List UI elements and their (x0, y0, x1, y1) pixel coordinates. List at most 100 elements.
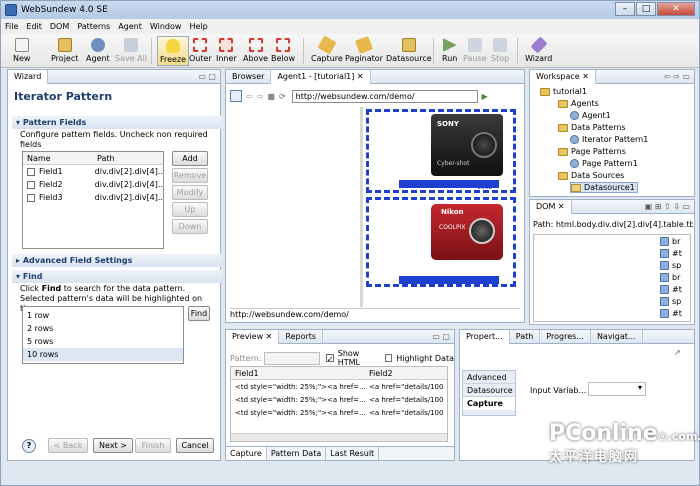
side-tab-advanced[interactable]: Advanced (463, 371, 515, 384)
outer-button[interactable]: Outer (189, 36, 212, 66)
paginator-button[interactable]: Paginator (345, 36, 383, 66)
help-icon[interactable]: ? (22, 439, 36, 453)
tab-properties[interactable]: Propert... (460, 329, 510, 344)
field2-checkbox[interactable] (27, 180, 35, 189)
tab-workspace[interactable]: Workspace ✕ (530, 69, 596, 84)
tab-last-result[interactable]: Last Result (326, 447, 380, 460)
list-item[interactable]: 10 rows (23, 348, 183, 361)
tree-agent1[interactable]: Agent1 (570, 111, 611, 120)
agent-button[interactable]: Agent (86, 36, 110, 66)
dom-node[interactable]: br (660, 273, 680, 282)
inner-button[interactable]: Inner (216, 36, 237, 66)
capture-button[interactable]: Capture (311, 35, 343, 66)
menu-edit[interactable]: Edit (26, 22, 42, 31)
dom-tree[interactable]: br #t sp br #t sp #t (533, 234, 691, 322)
tab-pattern-data[interactable]: Pattern Data (267, 447, 327, 460)
field3-checkbox[interactable] (27, 193, 35, 202)
table-row[interactable]: Field3 div.div[2].div[4]... (23, 191, 163, 204)
tree-page-pattern1[interactable]: Page Pattern1 (570, 159, 638, 168)
above-button[interactable]: Above (243, 36, 268, 66)
web-page-view[interactable]: SONY Cyber-shot 1002 Nikon COOLPIX (230, 107, 520, 307)
close-button[interactable]: ✕ (657, 2, 695, 16)
pattern-fields-header[interactable]: ▾ Pattern Fields (12, 116, 222, 129)
workspace-nav-controls[interactable]: ⇦ ⇨ ▭ (664, 72, 690, 81)
back-arrow-icon[interactable]: ⇦ (246, 92, 253, 101)
dom-node[interactable]: #t (660, 249, 682, 258)
tab-path[interactable]: Path (510, 329, 541, 344)
url-input[interactable]: http://websundew.com/demo/ (291, 89, 478, 103)
tab-browser[interactable]: Browser (226, 69, 272, 84)
tab-dom[interactable]: DOM ✕ (530, 199, 572, 214)
highlight-row-2[interactable]: Nikon COOLPIX (366, 197, 516, 287)
highlight-data-checkbox[interactable] (384, 354, 393, 362)
dom-node[interactable]: #t (660, 285, 682, 294)
save-all-button[interactable]: Save All (115, 36, 147, 66)
wizard-button[interactable]: Wizard (525, 36, 552, 66)
finish-button[interactable]: Finish (135, 438, 171, 453)
horizontal-scrollbar[interactable] (231, 433, 447, 441)
tree-page-patterns[interactable]: Page Patterns (558, 147, 626, 156)
dom-node[interactable]: #t (660, 309, 682, 318)
pause-button[interactable]: Pause (463, 36, 487, 66)
find-header[interactable]: ▾ Find (12, 270, 222, 283)
table-row[interactable]: Field1 div.div[2].div[4]... (23, 165, 163, 178)
go-icon[interactable]: ▶ (482, 92, 488, 101)
tab-progress[interactable]: Progres... (540, 329, 591, 344)
select-icon[interactable] (230, 90, 242, 102)
project-button[interactable]: Project (51, 36, 78, 66)
freeze-button[interactable]: Freeze (157, 36, 190, 66)
side-tab-capture[interactable]: Capture (463, 397, 515, 410)
forward-arrow-icon[interactable]: ⇨ (257, 92, 264, 101)
field1-checkbox[interactable] (27, 167, 35, 176)
add-button[interactable]: Add (172, 151, 208, 166)
menu-agent[interactable]: Agent (118, 22, 142, 31)
tree-agents[interactable]: Agents (558, 99, 599, 108)
tree-project[interactable]: tutorial1 (540, 87, 587, 96)
refresh-icon[interactable]: ⟳ (279, 92, 286, 101)
maximize-button[interactable]: □ (636, 2, 656, 16)
side-tab-datasource[interactable]: Datasource (463, 384, 515, 397)
menu-help[interactable]: Help (189, 22, 207, 31)
tree-data-patterns[interactable]: Data Patterns (558, 123, 626, 132)
down-button[interactable]: Down (172, 219, 208, 234)
next-button[interactable]: Next > (93, 438, 133, 453)
dom-controls[interactable]: ▣ ⊞ ⇧ ⇩ ▭ (645, 202, 690, 211)
tree-iterator-pattern1[interactable]: Iterator Pattern1 (570, 135, 648, 144)
tab-preview[interactable]: Preview ✕ (226, 329, 280, 344)
pattern-select[interactable] (264, 351, 320, 365)
panel-controls[interactable]: ▭ ▢ (432, 332, 450, 341)
back-button[interactable]: < Back (48, 438, 88, 453)
cancel-button[interactable]: Cancel (176, 438, 214, 453)
table-row[interactable]: <td style="width: 25%;"> <a href=... <a … (231, 393, 447, 406)
run-button[interactable]: Run (442, 36, 457, 66)
below-button[interactable]: Below (271, 36, 295, 66)
show-html-checkbox[interactable]: ✓ (325, 354, 334, 364)
menu-window[interactable]: Window (150, 22, 182, 31)
tab-reports[interactable]: Reports (279, 329, 324, 344)
minimize-button[interactable]: – (615, 2, 635, 16)
datasource-button[interactable]: Datasource (386, 36, 432, 66)
dom-node[interactable]: sp (660, 297, 681, 306)
dom-node[interactable]: br (660, 237, 680, 246)
find-button[interactable]: Find (188, 306, 210, 321)
up-button[interactable]: Up (172, 202, 208, 217)
tab-wizard[interactable]: Wizard (8, 69, 49, 84)
input-variable-select[interactable]: ▾ (588, 382, 646, 396)
list-item[interactable]: 1 row (23, 309, 183, 322)
menu-dom[interactable]: DOM (50, 22, 69, 31)
tree-datasource1[interactable]: Datasource1 (570, 182, 638, 193)
menu-file[interactable]: File (5, 22, 18, 31)
menu-patterns[interactable]: Patterns (77, 22, 110, 31)
list-item[interactable]: 2 rows (23, 322, 183, 335)
tab-navigator[interactable]: Navigat... (591, 329, 643, 344)
new-button[interactable]: New (13, 36, 30, 66)
advanced-settings-header[interactable]: ▸ Advanced Field Settings (12, 254, 222, 267)
table-row[interactable]: <td style="width: 25%;"> <a href=... <a … (231, 380, 447, 393)
table-row[interactable]: <td style="width: 25%;"> <a href=... <a … (231, 406, 447, 419)
export-icon[interactable]: ↗ (674, 348, 686, 358)
list-item[interactable]: 5 rows (23, 335, 183, 348)
table-row[interactable]: Field2 div.div[2].div[4]... (23, 178, 163, 191)
stop-page-icon[interactable]: ■ (267, 92, 275, 101)
tab-agent1[interactable]: Agent1 - [tutorial1] ✕ (271, 69, 371, 84)
tree-data-sources[interactable]: Data Sources (558, 171, 624, 180)
